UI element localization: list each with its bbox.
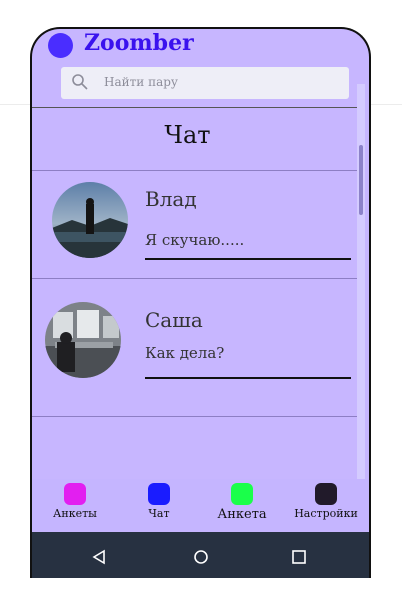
logo-icon <box>48 33 73 58</box>
scrollbar-track[interactable] <box>357 84 365 479</box>
scrollbar-thumb[interactable] <box>359 145 363 215</box>
search-icon <box>72 74 88 90</box>
chat-name: Саша <box>145 308 203 332</box>
nav-item-settings[interactable]: Настройки <box>291 483 361 520</box>
nav-item-profiles[interactable]: Анкеты <box>40 483 110 520</box>
home-circle-icon[interactable] <box>193 549 209 565</box>
recents-square-icon[interactable] <box>291 549 307 565</box>
system-navigation-bar <box>32 532 369 578</box>
chat-message: Я скучаю..... <box>145 231 245 249</box>
nav-label: Анкета <box>217 507 267 522</box>
divider <box>32 416 359 417</box>
nav-item-profile[interactable]: Анкета <box>207 483 277 522</box>
avatar <box>45 302 121 378</box>
chat-name: Влад <box>145 187 197 211</box>
chat-icon <box>148 483 170 505</box>
app-brand: Zoomber <box>84 30 194 56</box>
search-placeholder: Найти пару <box>104 75 178 89</box>
message-underline <box>145 377 351 379</box>
profile-icon <box>231 483 253 505</box>
page-title: Чат <box>164 121 211 149</box>
nav-label: Чат <box>148 507 170 520</box>
divider <box>32 278 359 279</box>
bottom-navigation: Анкеты Чат Анкета Настройки <box>32 479 369 531</box>
nav-label: Настройки <box>294 507 358 520</box>
back-triangle-icon[interactable] <box>91 549 107 565</box>
divider <box>32 107 359 108</box>
nav-label: Анкеты <box>53 507 97 520</box>
message-underline <box>145 258 351 260</box>
avatar <box>52 182 128 258</box>
settings-icon <box>315 483 337 505</box>
phone-frame: Zoomber Найти пару Чат Влад Я скучаю....… <box>30 27 371 578</box>
nav-item-chat[interactable]: Чат <box>124 483 194 520</box>
search-input[interactable]: Найти пару <box>61 67 349 99</box>
chat-message: Как дела? <box>145 344 225 362</box>
divider <box>32 170 359 171</box>
profiles-icon <box>64 483 86 505</box>
